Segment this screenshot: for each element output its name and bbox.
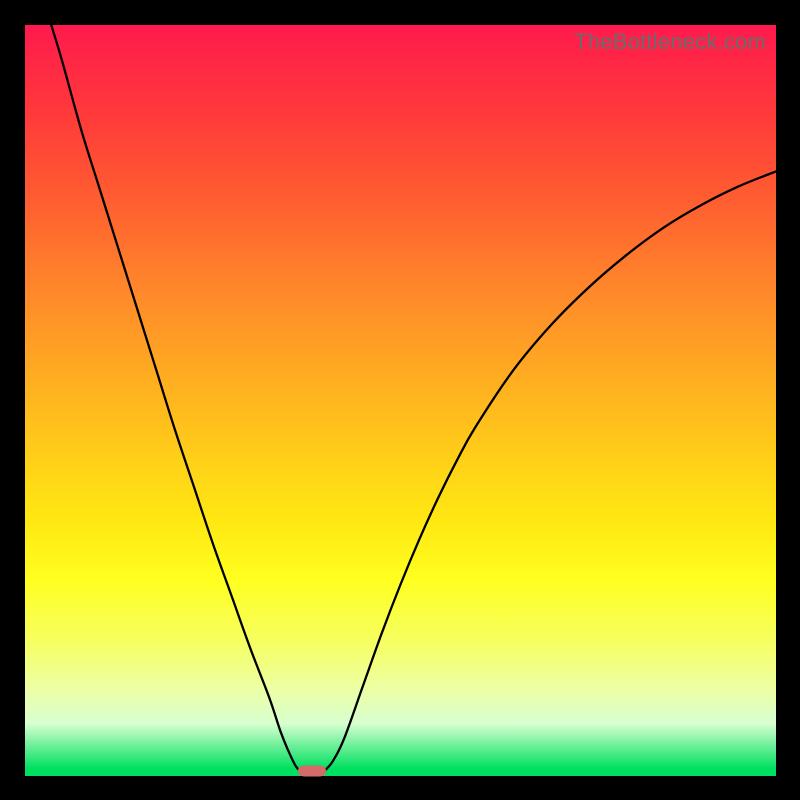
curve-left xyxy=(51,25,299,770)
curve-svg xyxy=(25,25,776,776)
chart-frame: TheBottleneck.com xyxy=(0,0,800,800)
bottleneck-marker xyxy=(298,766,326,777)
curve-right xyxy=(325,171,776,770)
plot-area: TheBottleneck.com xyxy=(25,25,776,776)
